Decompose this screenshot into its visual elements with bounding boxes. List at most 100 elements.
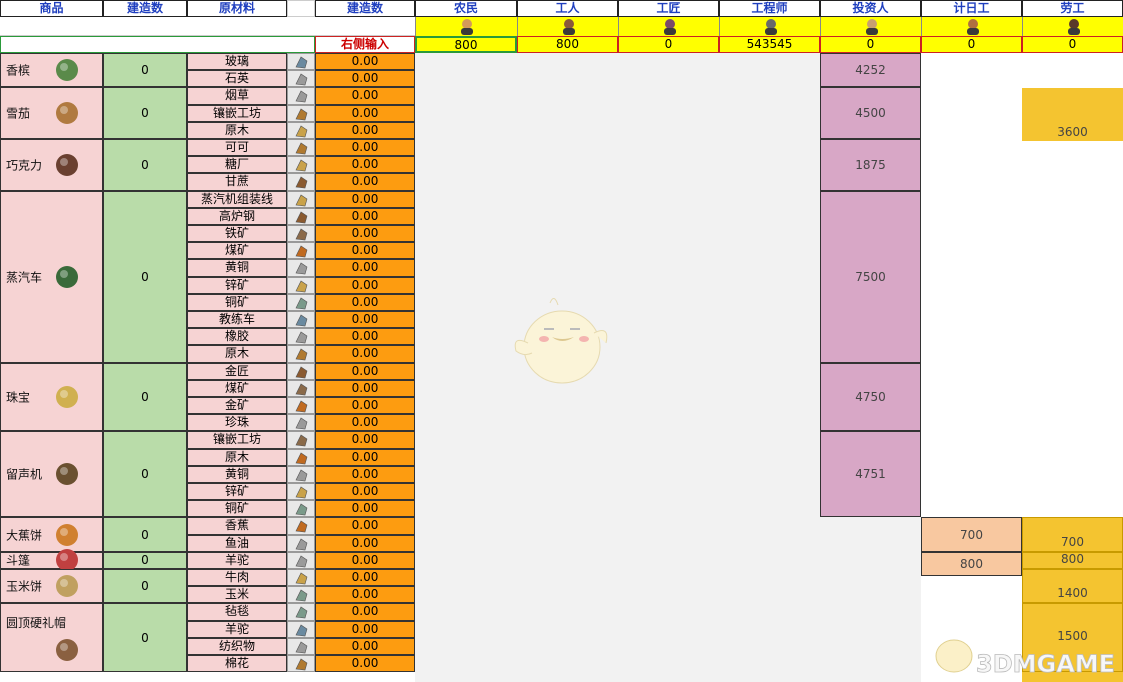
material-value: 0.00	[315, 379, 415, 397]
material-value: 0.00	[315, 465, 415, 483]
material-icon	[287, 465, 315, 483]
material-icon	[287, 431, 315, 449]
class-input-0[interactable]: 800	[415, 36, 517, 53]
material-name: 甘蔗	[187, 173, 287, 191]
product-row-2: 巧克力	[0, 139, 103, 191]
material-icon	[287, 345, 315, 363]
material-icon	[287, 173, 315, 191]
worker-avatar-icon	[864, 18, 880, 35]
product-row-4: 珠宝	[0, 362, 103, 432]
material-name: 可可	[187, 139, 287, 157]
material-icon	[287, 534, 315, 552]
material-icon	[287, 207, 315, 225]
class-input-2[interactable]: 0	[618, 36, 719, 53]
material-name: 煤矿	[187, 379, 287, 397]
product-icon	[54, 522, 80, 548]
class-avatar-cell-4	[820, 17, 921, 36]
product-name: 大蕉饼	[6, 528, 43, 543]
build-count-input[interactable]: 0	[103, 603, 187, 673]
material-name: 棉花	[187, 655, 287, 673]
material-icon	[287, 121, 315, 139]
material-icon	[287, 637, 315, 655]
product-icon	[54, 100, 80, 126]
product-row-7: 斗篷	[0, 549, 103, 572]
product-name: 香槟	[6, 63, 31, 78]
material-value: 0.00	[315, 225, 415, 243]
material-name: 烟草	[187, 87, 287, 105]
product-name: 玉米饼	[6, 579, 43, 594]
product-name: 巧克力	[6, 158, 43, 173]
worker-avatar-icon	[763, 18, 779, 35]
material-name: 镶嵌工坊	[187, 431, 287, 449]
material-icon	[287, 397, 315, 415]
product-name: 留声机	[6, 467, 43, 482]
material-name: 高炉钢	[187, 207, 287, 225]
class-avatar-cell-3	[719, 17, 820, 36]
material-value: 0.00	[315, 53, 415, 71]
material-name: 玻璃	[187, 53, 287, 71]
class-header-2: 工匠	[618, 0, 719, 17]
product-name: 珠宝	[6, 390, 31, 405]
watermark-3dmgame: 3DMGAME	[928, 630, 1118, 678]
build-count-input[interactable]: 0	[103, 517, 187, 552]
laborer-cell: 1400	[1022, 569, 1123, 604]
material-value: 0.00	[315, 276, 415, 294]
material-name: 香蕉	[187, 517, 287, 535]
product-icon	[54, 384, 80, 410]
material-name: 原木	[187, 345, 287, 363]
class-input-6[interactable]: 0	[1022, 36, 1123, 53]
header-build-count-2: 建造数	[315, 0, 415, 17]
material-name: 羊驼	[187, 620, 287, 638]
class-input-4[interactable]: 0	[820, 36, 921, 53]
build-count-input[interactable]: 0	[103, 87, 187, 139]
material-value: 0.00	[315, 311, 415, 329]
material-name: 石英	[187, 70, 287, 88]
material-name: 鱼油	[187, 534, 287, 552]
material-icon	[287, 448, 315, 466]
build-count-input[interactable]: 0	[103, 569, 187, 604]
material-value: 0.00	[315, 121, 415, 139]
material-name: 毡毯	[187, 603, 287, 621]
material-name: 羊驼	[187, 551, 287, 569]
header-build-count: 建造数	[103, 0, 187, 17]
investor-cell: 4750	[820, 362, 921, 432]
product-icon	[54, 573, 80, 599]
class-avatar-cell-1	[517, 17, 618, 36]
header-materials: 原材料	[187, 0, 287, 17]
material-name: 铁矿	[187, 225, 287, 243]
material-icon	[287, 53, 315, 71]
build-count-input[interactable]: 0	[103, 551, 187, 569]
material-name: 黄铜	[187, 259, 287, 277]
class-input-1[interactable]: 800	[517, 36, 618, 53]
material-icon	[287, 586, 315, 604]
material-name: 珍珠	[187, 414, 287, 432]
build-count-input[interactable]: 0	[103, 139, 187, 191]
material-value: 0.00	[315, 87, 415, 105]
material-icon	[287, 655, 315, 673]
material-value: 0.00	[315, 259, 415, 277]
material-icon	[287, 276, 315, 294]
investor-cell: 1875	[820, 139, 921, 191]
material-value: 0.00	[315, 328, 415, 346]
class-input-3[interactable]: 543545	[719, 36, 820, 53]
material-name: 煤矿	[187, 242, 287, 260]
laborer-cell: 800	[1022, 551, 1123, 569]
investor-cell: 4252	[820, 53, 921, 88]
laborer-cell-cigar: 3600	[1022, 88, 1123, 141]
material-value: 0.00	[315, 517, 415, 535]
class-input-5[interactable]: 0	[921, 36, 1022, 53]
worker-avatar-icon	[1066, 18, 1082, 35]
material-name: 糖厂	[187, 156, 287, 174]
class-avatar-cell-2	[618, 17, 719, 36]
material-icon	[287, 311, 315, 329]
material-icon	[287, 190, 315, 208]
build-count-input[interactable]: 0	[103, 53, 187, 88]
material-value: 0.00	[315, 139, 415, 157]
material-icon	[287, 293, 315, 311]
build-count-input[interactable]: 0	[103, 190, 187, 363]
build-count-input[interactable]: 0	[103, 362, 187, 432]
material-value: 0.00	[315, 483, 415, 501]
material-value: 0.00	[315, 603, 415, 621]
material-icon	[287, 569, 315, 587]
build-count-input[interactable]: 0	[103, 431, 187, 518]
